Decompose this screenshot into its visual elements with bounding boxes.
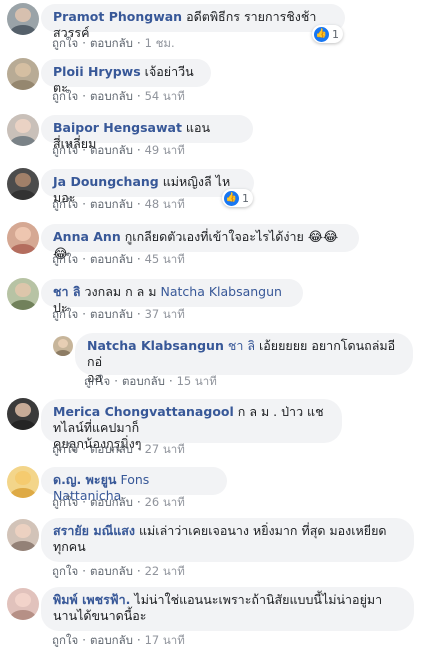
like-link[interactable]: ถูกใจ <box>52 89 78 103</box>
reply-link[interactable]: ตอบกลับ <box>90 197 133 211</box>
comment-actions: ถูกใจ · ตอบกลับ · 49 นาที <box>52 143 185 157</box>
reply-link[interactable]: ตอบกลับ <box>90 252 133 266</box>
comment-text: กูเกลียดตัวเองที่เข้าใจอะไรได้ง่าย <box>124 229 304 244</box>
avatar[interactable] <box>7 588 39 620</box>
avatar[interactable] <box>7 222 39 254</box>
comment-actions: ถูกใจ · ตอบกลับ · 15 นาที <box>84 374 217 388</box>
like-link[interactable]: ถูกใจ <box>52 564 78 578</box>
comment-actions: ถูกใจ · ตอบกลับ · 48 นาที <box>52 197 185 211</box>
timestamp[interactable]: 49 นาที <box>145 143 185 157</box>
comment-actions: ถูกใจ · ตอบกลับ · 27 นาที <box>52 442 185 456</box>
avatar[interactable] <box>7 398 39 430</box>
commenter-name[interactable]: Ja Doungchang <box>53 174 159 189</box>
timestamp[interactable]: 54 นาที <box>145 89 185 103</box>
commenter-name[interactable]: Anna Ann <box>53 229 121 244</box>
comment-actions: ถูกใจ · ตอบกลับ · 22 นาที <box>52 564 185 578</box>
comment-text: แม่เล่าว่าเคยเจอนาง หยิ่งมาก ที่สุด มองเ… <box>139 523 387 538</box>
timestamp[interactable]: 26 นาที <box>145 495 185 509</box>
comment-bubble: Pramot Phongwan อดีตพิธีกร รายการชิงช้าสว… <box>41 4 345 40</box>
comment-bubble: Natcha Klabsangun ชา ลิ เอ้ยยยยย อยากโดนถ… <box>75 333 413 385</box>
timestamp[interactable]: 15 นาที <box>177 374 217 388</box>
avatar[interactable] <box>7 168 39 200</box>
timestamp[interactable]: 17 นาที <box>145 633 185 647</box>
like-reaction-icon: 👍 <box>224 190 239 206</box>
reaction-count[interactable]: 👍 1 <box>222 189 253 207</box>
comment-actions: ถูกใจ · ตอบกลับ · 54 นาที <box>52 89 185 103</box>
commenter-name[interactable]: Pramot Phongwan <box>53 9 182 24</box>
commenter-name[interactable]: Merica Chongvattanagool <box>53 404 234 419</box>
comment-bubble: Baipor Hengsawat แอน สี่เหลี่ยม <box>41 115 253 151</box>
comment-bubble: ด.ญ. พะยูน Fons Nattanicha <box>41 467 227 503</box>
reply-link[interactable]: ตอบกลับ <box>90 143 133 157</box>
comment-text-continued: นานได้ขนาดนี้อะ <box>53 608 147 623</box>
timestamp[interactable]: 37 นาที <box>145 307 185 321</box>
comment-bubble: พิมพ์ เพชรฟ้า. ไม่น่าใช่แอนนะเพราะถ้านิสั… <box>41 587 414 631</box>
commenter-name[interactable]: Baipor Hengsawat <box>53 120 182 135</box>
mention-link[interactable]: ชา ลิ <box>228 338 255 353</box>
avatar[interactable] <box>7 519 39 551</box>
comment-text: ไม่น่าใช่แอนนะเพราะถ้านิสัยแบบนี้ไม่น่าอ… <box>134 592 383 607</box>
comment-bubble: สรายัย มณีแสง แม่เล่าว่าเคยเจอนาง หยิ่งมา… <box>41 518 414 562</box>
like-reaction-icon: 👍 <box>314 26 329 42</box>
commenter-name[interactable]: พิมพ์ เพชรฟ้า. <box>53 592 130 607</box>
comment-actions: ถูกใจ · ตอบกลับ · 37 นาที <box>52 307 185 321</box>
reaction-count[interactable]: 👍 1 <box>312 25 343 43</box>
reply-link[interactable]: ตอบกลับ <box>90 633 133 647</box>
reply-link[interactable]: ตอบกลับ <box>90 442 133 456</box>
like-link[interactable]: ถูกใจ <box>52 495 78 509</box>
comment-actions: ถูกใจ · ตอบกลับ · 26 นาที <box>52 495 185 509</box>
like-link[interactable]: ถูกใจ <box>52 36 78 50</box>
comment-text-before: วงกลม ก ล ม <box>84 284 157 299</box>
like-link[interactable]: ถูกใจ <box>52 197 78 211</box>
comment-actions: ถูกใจ · ตอบกลับ · 1 ชม. <box>52 36 175 50</box>
timestamp[interactable]: 22 นาที <box>145 564 185 578</box>
comment-bubble: Ploii Hrypws เจ้อย่าวีนตะ <box>41 59 211 95</box>
avatar[interactable] <box>7 3 39 35</box>
commenter-name[interactable]: ด.ญ. พะยูน <box>53 472 116 487</box>
reply-link[interactable]: ตอบกลับ <box>90 89 133 103</box>
timestamp[interactable]: 1 ชม. <box>145 36 175 50</box>
like-link[interactable]: ถูกใจ <box>84 374 110 388</box>
comment-bubble: ชา ลิ วงกลม ก ล ม Natcha Klabsangun ปะ <box>41 279 303 315</box>
comment-text-continued: ทุกคน <box>53 539 86 554</box>
reply-link[interactable]: ตอบกลับ <box>90 36 133 50</box>
commenter-name[interactable]: Natcha Klabsangun <box>87 338 224 353</box>
commenter-name[interactable]: สรายัย มณีแสง <box>53 523 135 538</box>
comment-actions: ถูกใจ · ตอบกลับ · 45 นาที <box>52 252 185 266</box>
comment-bubble: Anna Ann กูเกลียดตัวเองที่เข้าใจอะไรได้ง่… <box>41 224 359 262</box>
avatar[interactable] <box>7 466 39 498</box>
avatar[interactable] <box>7 278 39 310</box>
timestamp[interactable]: 45 นาที <box>145 252 185 266</box>
avatar[interactable] <box>7 114 39 146</box>
commenter-name[interactable]: Ploii Hrypws <box>53 64 141 79</box>
commenter-name[interactable]: ชา ลิ <box>53 284 81 299</box>
like-link[interactable]: ถูกใจ <box>52 307 78 321</box>
like-link[interactable]: ถูกใจ <box>52 252 78 266</box>
timestamp[interactable]: 27 นาที <box>145 442 185 456</box>
avatar[interactable] <box>53 336 73 356</box>
like-link[interactable]: ถูกใจ <box>52 633 78 647</box>
comment-bubble: Merica Chongvattanagool ก ล ม . ป่าว แชทไ… <box>41 399 342 451</box>
like-link[interactable]: ถูกใจ <box>52 442 78 456</box>
mention-link[interactable]: Natcha Klabsangun <box>160 284 281 299</box>
comment-actions: ถูกใจ · ตอบกลับ · 17 นาที <box>52 633 185 647</box>
like-link[interactable]: ถูกใจ <box>52 143 78 157</box>
avatar[interactable] <box>7 58 39 90</box>
timestamp[interactable]: 48 นาที <box>145 197 185 211</box>
reply-link[interactable]: ตอบกลับ <box>90 564 133 578</box>
reply-link[interactable]: ตอบกลับ <box>90 307 133 321</box>
reply-link[interactable]: ตอบกลับ <box>90 495 133 509</box>
reply-link[interactable]: ตอบกลับ <box>122 374 165 388</box>
